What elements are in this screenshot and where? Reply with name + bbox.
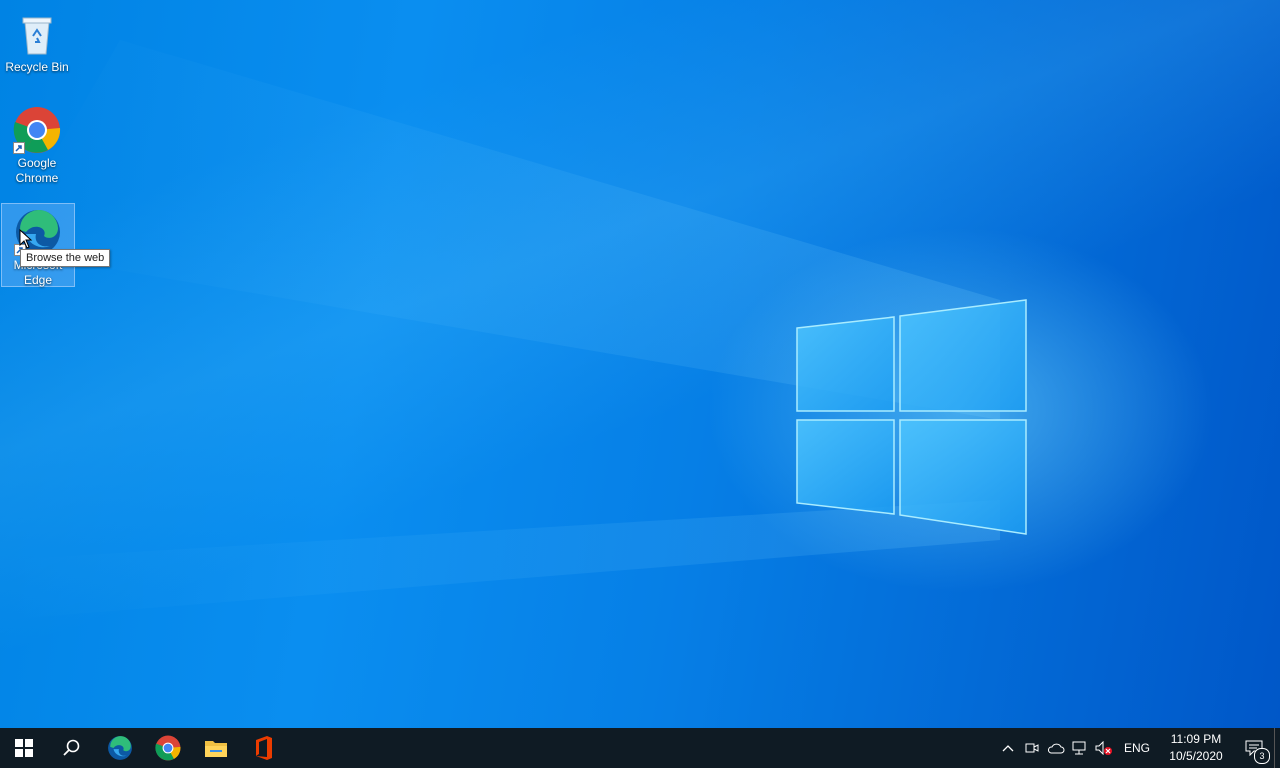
desktop-icon-microsoft-edge[interactable]: Microsoft Edge bbox=[1, 203, 75, 287]
notification-count-badge: 3 bbox=[1254, 748, 1270, 764]
mouse-cursor-icon bbox=[19, 229, 33, 249]
network-icon bbox=[1072, 741, 1086, 755]
folder-icon bbox=[205, 741, 227, 757]
desktop-icon-google-chrome[interactable]: Google Chrome bbox=[0, 102, 74, 186]
cloud-icon bbox=[1047, 743, 1065, 754]
tooltip: Browse the web bbox=[20, 249, 111, 267]
volume-muted-icon bbox=[1095, 741, 1112, 755]
search-icon bbox=[63, 739, 80, 756]
system-tray: ENG 11:09 PM 10/5/2020 3 bbox=[996, 728, 1280, 768]
meet-now-button[interactable] bbox=[1020, 728, 1044, 768]
desktop-icon-label: Google Chrome bbox=[15, 156, 59, 185]
volume-button[interactable] bbox=[1092, 728, 1116, 768]
clock-date: 10/5/2020 bbox=[1169, 749, 1223, 763]
chrome-icon bbox=[155, 735, 181, 761]
recycle-bin-icon bbox=[13, 10, 61, 58]
search-button[interactable] bbox=[48, 728, 96, 768]
camera-icon bbox=[1025, 743, 1039, 753]
desktop[interactable]: Recycle Bin Google Chrome Edge Browse th… bbox=[0, 0, 1280, 728]
wallpaper-art bbox=[0, 40, 1027, 620]
chrome-icon bbox=[13, 106, 61, 154]
clock[interactable]: 11:09 PM 10/5/2020 bbox=[1158, 731, 1234, 765]
taskbar-file-explorer-button[interactable] bbox=[192, 728, 240, 768]
start-button[interactable] bbox=[0, 728, 48, 768]
clock-time: 11:09 PM bbox=[1170, 732, 1222, 746]
input-language-indicator[interactable]: ENG bbox=[1116, 741, 1158, 755]
windows-start-icon bbox=[15, 739, 33, 757]
desktop-icon-label: Recycle Bin bbox=[5, 60, 69, 74]
taskbar-edge-button[interactable] bbox=[96, 728, 144, 768]
taskbar-chrome-button[interactable] bbox=[144, 728, 192, 768]
onedrive-button[interactable] bbox=[1044, 728, 1068, 768]
taskbar: ENG 11:09 PM 10/5/2020 3 bbox=[0, 728, 1280, 768]
network-button[interactable] bbox=[1068, 728, 1092, 768]
show-desktop-button[interactable] bbox=[1274, 728, 1280, 768]
office-icon bbox=[256, 736, 272, 760]
shortcut-arrow-icon bbox=[13, 142, 25, 154]
desktop-icon-recycle-bin[interactable]: Recycle Bin bbox=[0, 6, 74, 75]
action-center-button[interactable]: 3 bbox=[1234, 728, 1274, 768]
edge-icon bbox=[108, 736, 132, 760]
show-hidden-icons-button[interactable] bbox=[996, 728, 1020, 768]
chevron-up-icon bbox=[1002, 745, 1014, 752]
taskbar-office-button[interactable] bbox=[240, 728, 288, 768]
